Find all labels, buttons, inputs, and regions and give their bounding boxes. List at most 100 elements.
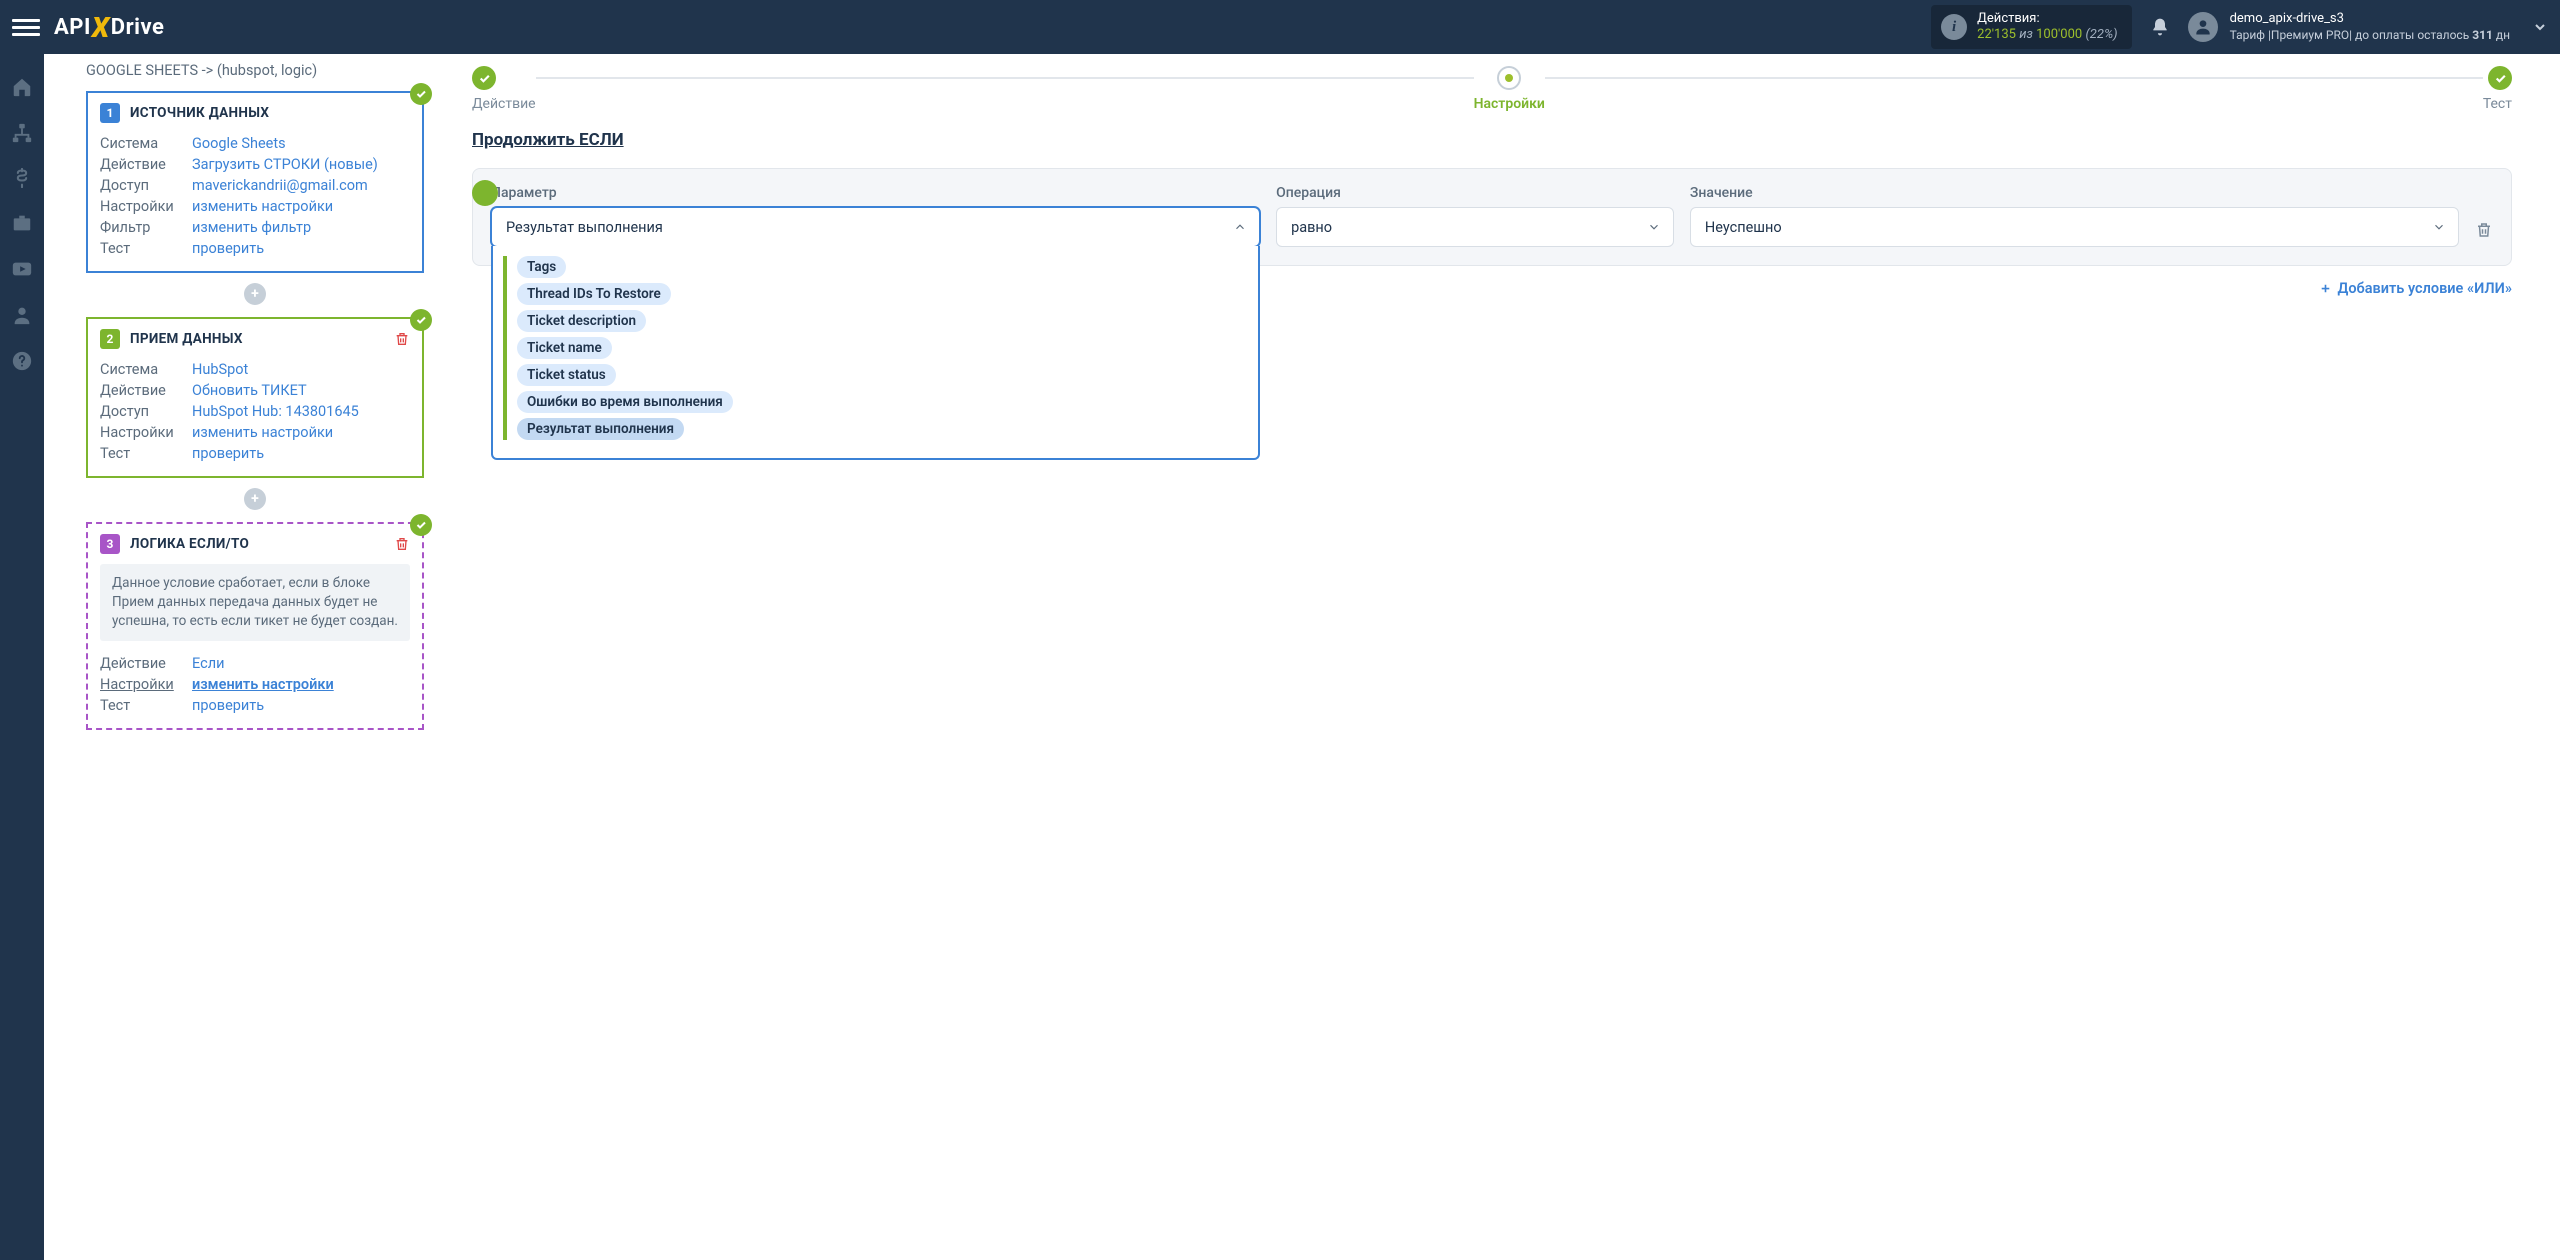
op-label: Операция xyxy=(1276,185,1674,201)
profile-icon[interactable] xyxy=(11,304,33,326)
actions-pct: (22%) xyxy=(2085,27,2117,42)
card-badge: 2 xyxy=(100,329,120,349)
row-label: Настройки xyxy=(100,424,178,441)
check-icon xyxy=(410,514,432,536)
card-row: ДействиеЗагрузить СТРОКИ (новые) xyxy=(100,154,410,175)
row-value[interactable]: изменить настройки xyxy=(192,676,334,693)
row-label: Тест xyxy=(100,240,178,257)
section-title: Продолжить ЕСЛИ xyxy=(472,130,2512,150)
card-source[interactable]: 1 ИСТОЧНИК ДАННЫХ СистемаGoogle SheetsДе… xyxy=(86,91,424,273)
card-row: Доступ HubSpot Hub: 143801645 xyxy=(100,401,410,422)
card-row: Доступ maverickandrii@gmail.com xyxy=(100,175,410,196)
card-row: Система HubSpot xyxy=(100,359,410,380)
row-value[interactable]: Обновить ТИКЕТ xyxy=(192,382,307,399)
row-value[interactable]: maverickandrii@gmail.com xyxy=(192,177,368,194)
tariff-days: 311 xyxy=(2472,28,2493,42)
actions-counter[interactable]: i Действия: 22'135 из 100'000 (22%) xyxy=(1931,5,2131,50)
actions-total: 100'000 xyxy=(2036,27,2082,42)
row-value[interactable]: изменить фильтр xyxy=(192,219,311,236)
info-icon: i xyxy=(1941,14,1967,40)
tariff-days-suffix: дн xyxy=(2493,28,2510,42)
condition-box: Параметр Результат выполнения TagsThread… xyxy=(472,168,2512,266)
op-select[interactable]: равно xyxy=(1276,207,1674,247)
briefcase-icon[interactable] xyxy=(11,212,33,234)
chevron-down-icon[interactable] xyxy=(2532,19,2548,35)
left-rail xyxy=(0,54,44,1260)
card-title: ЛОГИКА ЕСЛИ/ТО xyxy=(130,536,249,552)
chevron-down-icon xyxy=(2432,220,2446,234)
card-logic[interactable]: 3 ЛОГИКА ЕСЛИ/ТО Данное условие сработае… xyxy=(86,522,424,730)
row-value[interactable]: HubSpot xyxy=(192,361,248,378)
card-row: Настройкиизменить настройки xyxy=(100,674,410,695)
row-value[interactable]: изменить настройки xyxy=(192,424,333,441)
step-settings[interactable]: Настройки xyxy=(1474,66,1545,112)
row-value[interactable]: Если xyxy=(192,655,224,672)
home-icon[interactable] xyxy=(11,76,33,98)
step-label: Настройки xyxy=(1474,96,1545,112)
dropdown-option[interactable]: Tags xyxy=(517,256,566,278)
param-label: Параметр xyxy=(491,185,1260,201)
card-row: Тест проверить xyxy=(100,695,410,716)
trash-icon[interactable] xyxy=(394,331,410,347)
billing-icon[interactable] xyxy=(12,168,32,188)
card-row: ДействиеЕсли xyxy=(100,653,410,674)
add-step-button[interactable]: + xyxy=(244,488,266,510)
trash-icon[interactable] xyxy=(394,536,410,552)
check-icon xyxy=(410,83,432,105)
logo-x: X xyxy=(92,11,110,44)
param-select[interactable]: Результат выполнения TagsThread IDs To R… xyxy=(491,207,1260,247)
notifications-bell-icon[interactable] xyxy=(2150,17,2170,37)
stepper: Действие Настройки Тест xyxy=(472,62,2512,112)
row-value[interactable]: проверить xyxy=(192,240,264,257)
op-value: равно xyxy=(1291,219,1332,236)
step-test[interactable]: Тест xyxy=(2483,66,2512,112)
row-value[interactable]: изменить настройки xyxy=(192,198,333,215)
row-value[interactable]: Google Sheets xyxy=(192,135,286,152)
youtube-icon[interactable] xyxy=(11,258,33,280)
card-row: Система Google Sheets xyxy=(100,133,410,154)
add-step-button[interactable]: + xyxy=(244,283,266,305)
logo[interactable]: APIXDrive xyxy=(54,11,164,44)
user-avatar-icon[interactable] xyxy=(2188,12,2218,42)
row-label: Действие xyxy=(100,382,178,399)
add-or-label: Добавить условие «ИЛИ» xyxy=(2338,280,2513,297)
row-label: Система xyxy=(100,361,178,378)
row-label: Доступ xyxy=(100,403,178,420)
card-row: Настройки изменить настройки xyxy=(100,422,410,443)
help-icon[interactable] xyxy=(11,350,33,372)
actions-label: Действия: xyxy=(1977,11,2117,27)
logo-text-2: Drive xyxy=(111,15,165,40)
trash-icon[interactable] xyxy=(2475,221,2493,247)
param-dropdown: Tags Thread IDs To Restore Ticket descript… xyxy=(491,246,1260,460)
row-value[interactable]: проверить xyxy=(192,445,264,462)
row-label: Система xyxy=(100,135,178,152)
step-label: Тест xyxy=(2483,96,2512,112)
val-label: Значение xyxy=(1690,185,2459,201)
left-column: GOOGLE SHEETS -> (hubspot, logic) 1 ИСТО… xyxy=(44,54,464,1260)
row-value[interactable]: Загрузить СТРОКИ (новые) xyxy=(192,156,378,173)
row-value[interactable]: HubSpot Hub: 143801645 xyxy=(192,403,359,420)
actions-used: 22'135 xyxy=(1977,27,2016,42)
dropdown-option[interactable]: Результат выполнения xyxy=(517,418,684,440)
dropdown-option[interactable]: Thread IDs To Restore xyxy=(517,283,671,305)
dropdown-option[interactable]: Ticket name xyxy=(517,337,612,359)
dropdown-option[interactable]: Ошибки во время выполнения xyxy=(517,391,733,413)
dropdown-option[interactable]: Ticket status xyxy=(517,364,616,386)
row-label: Настройки xyxy=(100,198,178,215)
card-row: Настройки изменить настройки xyxy=(100,196,410,217)
check-icon xyxy=(410,309,432,331)
username: demo_apix-drive_s3 xyxy=(2230,11,2510,28)
dropdown-option[interactable]: Ticket description xyxy=(517,310,646,332)
val-select[interactable]: Неуспешно xyxy=(1690,207,2459,247)
connections-icon[interactable] xyxy=(11,122,33,144)
card-destination[interactable]: 2 ПРИЕМ ДАННЫХ СистемаHubSpotДействиеОбн… xyxy=(86,317,424,478)
row-label: Доступ xyxy=(100,177,178,194)
row-value[interactable]: проверить xyxy=(192,697,264,714)
green-indicator-icon xyxy=(472,180,498,206)
card-title: ИСТОЧНИК ДАННЫХ xyxy=(130,105,269,121)
step-action[interactable]: Действие xyxy=(472,66,536,112)
row-label: Тест xyxy=(100,697,178,714)
card-note: Данное условие сработает, если в блоке П… xyxy=(100,564,410,641)
user-block[interactable]: demo_apix-drive_s3 Тариф |Премиум PRO| д… xyxy=(2230,11,2510,43)
menu-hamburger-icon[interactable] xyxy=(12,13,40,41)
